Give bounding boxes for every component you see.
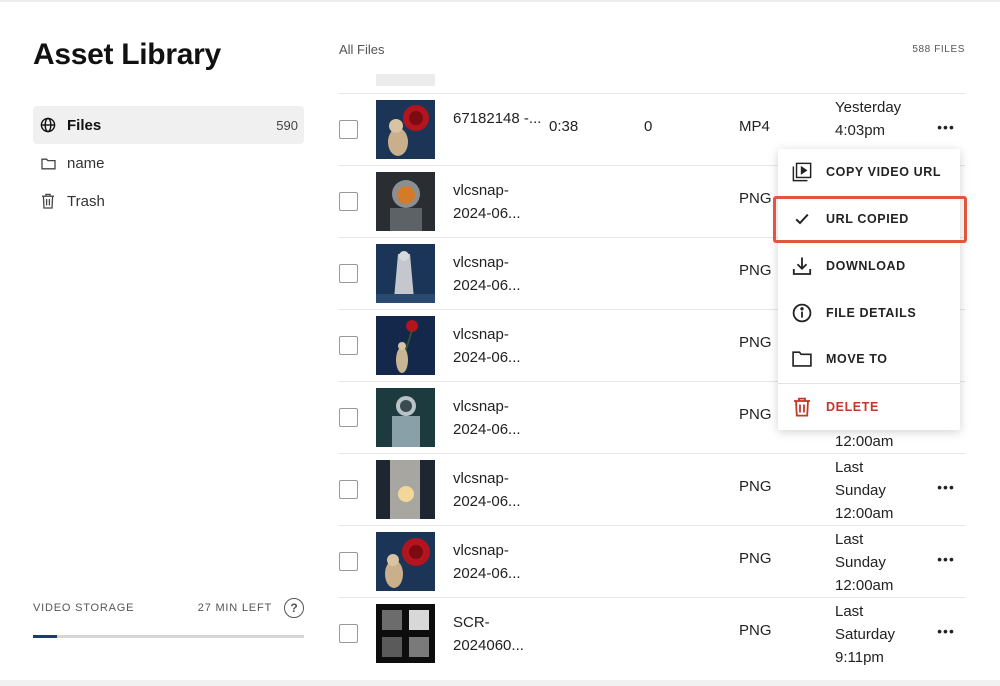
sidebar-item-files[interactable]: Files 590 — [33, 106, 304, 144]
thumbnail[interactable] — [376, 100, 435, 159]
file-count: 588 FILES — [912, 44, 965, 55]
help-icon[interactable]: ? — [284, 598, 304, 618]
checkmark-icon — [792, 209, 812, 229]
more-options-icon[interactable] — [933, 620, 959, 646]
sidebar-item-name[interactable]: name — [33, 144, 304, 182]
file-name[interactable]: vlcsnap- 2024-06... — [453, 467, 543, 513]
menu-item-label: DOWNLOAD — [826, 259, 906, 273]
row-checkbox[interactable] — [339, 336, 358, 355]
sidebar-item-label: Files — [67, 116, 102, 134]
file-type: PNG — [739, 334, 772, 351]
table-row[interactable]: vlcsnap- 2024-06... PNG Last Sunday 12:0… — [339, 525, 965, 597]
more-options-icon[interactable] — [933, 548, 959, 574]
trash-icon — [39, 192, 57, 210]
file-name[interactable]: vlcsnap- 2024-06... — [453, 251, 543, 297]
menu-item-copy-video-url[interactable]: COPY VIDEO URL — [778, 149, 960, 195]
file-name[interactable]: vlcsnap- 2024-06... — [453, 539, 543, 585]
row-checkbox[interactable] — [339, 264, 358, 283]
file-type: PNG — [739, 622, 772, 639]
file-name[interactable]: vlcsnap- 2024-06... — [453, 323, 543, 369]
main-header: All Files 588 FILES — [339, 42, 965, 57]
section-label: All Files — [339, 42, 385, 57]
menu-item-file-details[interactable]: FILE DETAILS — [778, 290, 960, 336]
file-name[interactable]: vlcsnap- 2024-06... — [453, 179, 543, 225]
file-date: 12:00am — [835, 433, 894, 450]
menu-item-url-copied[interactable]: URL COPIED — [778, 196, 960, 242]
video-storage: VIDEO STORAGE 27 MIN LEFT ? — [33, 596, 304, 638]
storage-remaining: 27 MIN LEFT — [197, 602, 272, 614]
sidebar-item-label: Trash — [67, 192, 105, 210]
trash-icon — [792, 397, 812, 417]
menu-item-label: URL COPIED — [826, 212, 909, 226]
folder-icon — [39, 154, 57, 172]
row-checkbox[interactable] — [339, 408, 358, 427]
menu-item-label: COPY VIDEO URL — [826, 165, 942, 179]
thumbnail[interactable] — [376, 388, 435, 447]
file-type: PNG — [739, 262, 772, 279]
storage-progress-bar — [33, 635, 304, 638]
file-duration: 0:38 — [549, 118, 579, 135]
file-date: Last Saturday 9:11pm — [835, 603, 896, 666]
menu-item-move-to[interactable]: MOVE TO — [778, 336, 960, 382]
file-type: MP4 — [739, 118, 770, 135]
row-checkbox[interactable] — [339, 192, 358, 211]
row-checkbox[interactable] — [339, 120, 358, 139]
menu-item-label: FILE DETAILS — [826, 306, 917, 320]
page-title: Asset Library — [33, 38, 221, 71]
more-options-icon[interactable] — [933, 476, 959, 502]
thumbnail[interactable] — [376, 244, 435, 303]
more-options-icon[interactable] — [933, 116, 959, 142]
row-checkbox[interactable] — [339, 480, 358, 499]
thumbnail[interactable] — [376, 604, 435, 663]
file-date: Yesterday 4:03pm — [835, 99, 902, 139]
thumbnail[interactable] — [376, 316, 435, 375]
storage-progress-fill — [33, 635, 58, 638]
file-name[interactable]: 67182148 -... — [453, 107, 543, 130]
file-date: Last Sunday 12:00am — [835, 459, 894, 522]
context-menu: COPY VIDEO URL URL COPIED DOWNLOAD FILE … — [778, 149, 960, 430]
file-type: PNG — [739, 406, 772, 423]
file-views: 0 — [644, 118, 653, 135]
menu-item-label: DELETE — [826, 400, 879, 414]
sidebar-nav: Files 590 name Trash — [33, 106, 304, 220]
row-checkbox[interactable] — [339, 552, 358, 571]
file-date: Last Sunday 12:00am — [835, 531, 894, 594]
video-library-icon — [792, 162, 812, 182]
file-type: PNG — [739, 550, 772, 567]
file-name[interactable]: vlcsnap- 2024-06... — [453, 395, 543, 441]
info-icon — [792, 303, 812, 323]
menu-item-label: MOVE TO — [826, 352, 888, 366]
sidebar-item-label: name — [67, 154, 105, 172]
table-row[interactable]: vlcsnap- 2024-06... PNG Last Sunday 12:0… — [339, 453, 965, 525]
menu-item-delete[interactable]: DELETE — [778, 384, 960, 430]
sidebar-item-trash[interactable]: Trash — [33, 182, 304, 220]
file-type: PNG — [739, 190, 772, 207]
download-icon — [792, 256, 812, 276]
thumbnail[interactable] — [376, 532, 435, 591]
thumbnail[interactable] — [376, 172, 435, 231]
bottom-divider — [0, 680, 1000, 686]
row-checkbox[interactable] — [339, 624, 358, 643]
sidebar-item-count: 590 — [276, 117, 298, 133]
table-row[interactable]: SCR- 2024060... PNG Last Saturday 9:11pm — [339, 597, 965, 669]
thumbnail — [376, 74, 435, 86]
file-name[interactable]: SCR- 2024060... — [453, 611, 543, 657]
folder-icon — [792, 349, 812, 369]
thumbnail[interactable] — [376, 460, 435, 519]
sidebar: Asset Library Files 590 name Trash VIDEO… — [0, 0, 320, 686]
menu-item-download[interactable]: DOWNLOAD — [778, 243, 960, 289]
file-type: PNG — [739, 478, 772, 495]
storage-label: VIDEO STORAGE — [33, 602, 135, 614]
globe-icon — [39, 116, 57, 134]
